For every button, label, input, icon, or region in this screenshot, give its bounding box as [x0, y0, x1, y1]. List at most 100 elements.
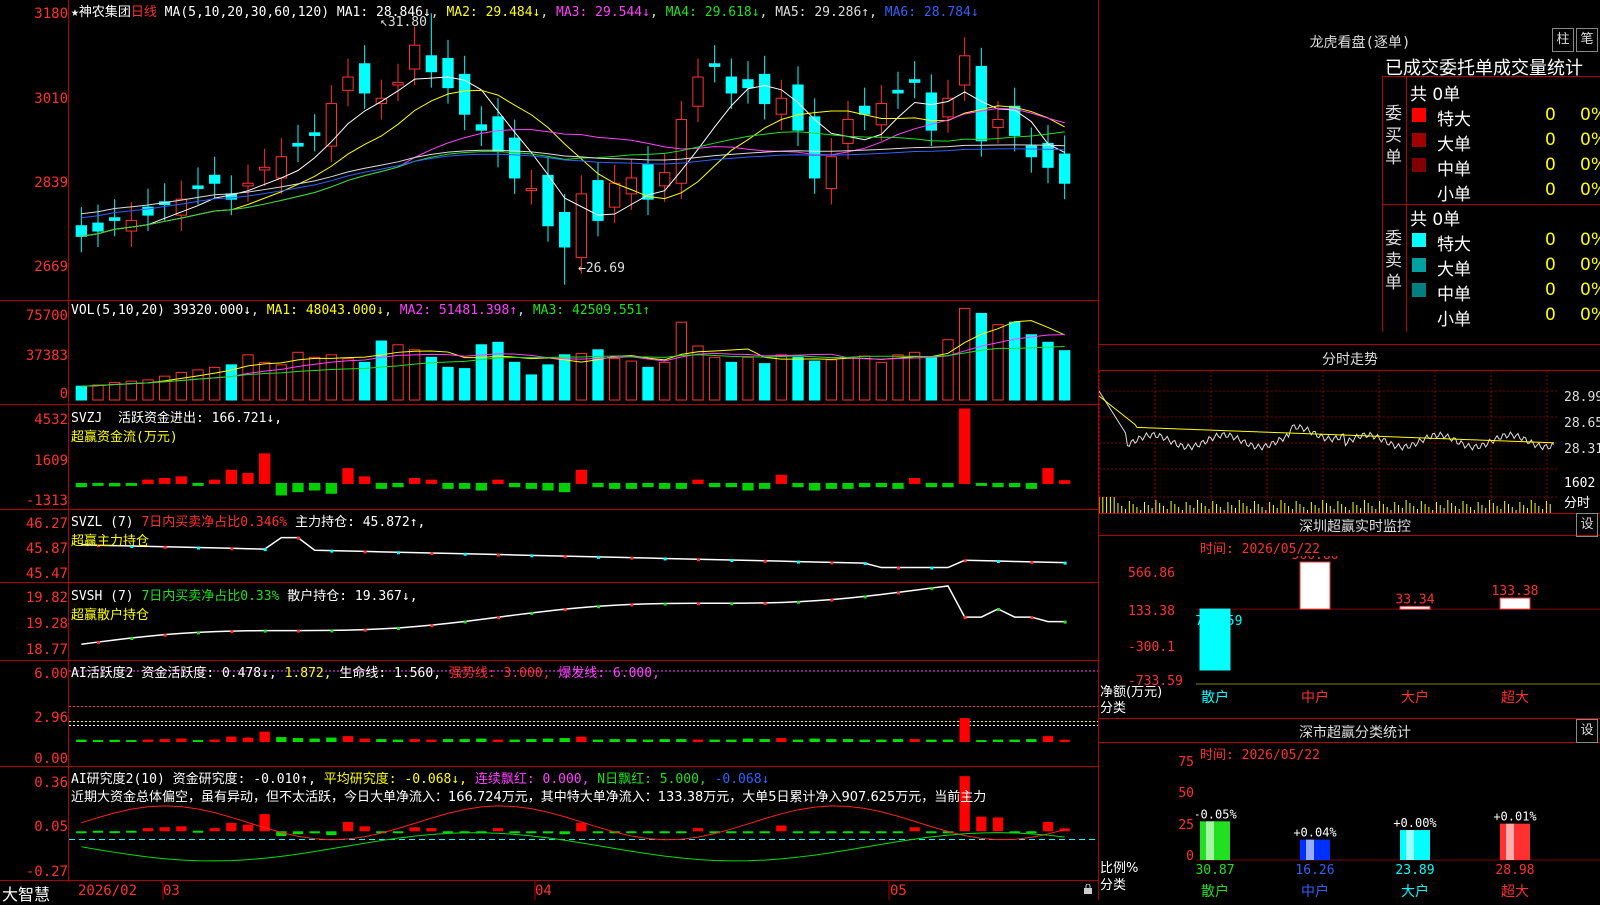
classstat-axis-tick: 50 — [1178, 786, 1194, 801]
period-label[interactable]: 日线 — [131, 5, 157, 20]
flow-bar — [509, 482, 521, 488]
activity-bar — [476, 738, 487, 742]
research-bar — [826, 831, 837, 834]
ai2-continuous: 连续飘红: 0.000, — [474, 772, 590, 787]
vol-ma2: MA2: 51481.398↑ — [399, 303, 518, 318]
holding-dot — [663, 602, 667, 606]
ai1-burst: 爆发线: 6.000, — [558, 666, 660, 681]
stock-name[interactable]: ★神农集团 — [71, 5, 131, 20]
holding-dot — [463, 620, 467, 624]
axis-tick: 75700 — [25, 308, 68, 324]
activity-bar — [76, 739, 87, 742]
volume-bar — [75, 385, 87, 401]
vol-header: VOL(5,10,20) 39320.000↓, MA1: 48043.000↓… — [71, 303, 651, 318]
flow-bar — [75, 482, 87, 488]
candle — [309, 132, 321, 136]
research-bar — [892, 831, 904, 834]
axis-tick: -0.27 — [25, 864, 68, 880]
ma6-label: MA6: 28.784↓ — [884, 5, 979, 20]
research-bar — [76, 831, 87, 834]
vol-ma1: MA1: 48043.000↓ — [266, 303, 385, 318]
ai1-header: AI活跃度2 资金活跃度: 0.478↓, 1.872, 生命线: 1.560,… — [71, 662, 660, 681]
volume-bar — [1009, 321, 1021, 401]
holding-dot — [1030, 616, 1034, 620]
vol-ma3: MA3: 42509.551↑ — [532, 303, 651, 318]
svzj-label: SVZJ — [71, 411, 103, 426]
volume-bar — [1059, 350, 1071, 401]
holding-dot — [263, 629, 267, 633]
flow-bar — [1009, 482, 1021, 488]
volume-bar — [709, 356, 721, 401]
activity-bar — [842, 739, 854, 742]
bar-mode-button[interactable]: 柱 — [1552, 28, 1574, 52]
candlestick-pane[interactable] — [69, 0, 1098, 300]
intraday-vol-unit: 分时 — [1564, 496, 1591, 511]
holding-dot — [830, 561, 834, 565]
flow-bar — [459, 482, 471, 489]
classstat-category: 散户 — [1201, 883, 1229, 900]
flow-bar — [392, 482, 404, 488]
research-bar — [359, 826, 370, 832]
volume-bar — [259, 361, 271, 401]
activity-bar — [609, 739, 620, 742]
activity-bar — [642, 739, 654, 742]
classstat-chart[interactable]: -0.05% 30.87 散户 +0.04% 16.26 中户 +0.00% 23.89 大户 +… — [1196, 760, 1600, 900]
monitor-axis-tick: 133.38 — [1128, 604, 1175, 619]
monitor-chart[interactable]: -733.59 散户 566.86 中户 33.34 大户 133.38 超大 — [1196, 556, 1600, 706]
activity-bar — [992, 739, 1004, 742]
flow-bar — [225, 469, 238, 484]
research-bar — [909, 827, 920, 832]
volume-bar — [475, 344, 487, 401]
candle — [192, 185, 204, 190]
candle — [725, 76, 738, 94]
ai1-value2: 1.872, — [284, 666, 332, 681]
holding-dot — [130, 637, 134, 641]
volume-bar — [1042, 341, 1054, 401]
flow-bar — [842, 482, 854, 489]
ma-line-2 — [81, 89, 1065, 237]
activity-bar — [792, 739, 804, 742]
classstat-value-label: 30.87 — [1196, 863, 1235, 878]
candle — [659, 172, 671, 187]
holding-dot — [197, 631, 200, 635]
research-bar — [192, 830, 204, 833]
ai2-header: AI研究度2(10) 资金研究度: -0.010↑, 平均研究度: -0.068… — [71, 768, 769, 787]
activity-bar — [942, 739, 954, 742]
axis-tick: 37383 — [25, 348, 68, 364]
longhu-cell: 0 — [1545, 305, 1556, 325]
volume-bar — [859, 355, 871, 401]
holding-dot — [730, 602, 734, 606]
volume-bar — [759, 363, 771, 401]
axis-tick: 2669 — [34, 259, 68, 275]
classstat-settings-button[interactable]: 设 — [1576, 719, 1598, 743]
intraday-chart[interactable] — [1099, 371, 1559, 513]
flow-bar — [725, 482, 738, 488]
candle — [992, 119, 1004, 128]
research-bar — [1042, 822, 1054, 832]
flow-bar — [425, 479, 437, 484]
flow-bar — [659, 482, 671, 489]
monitor-settings-button[interactable]: 设 — [1576, 513, 1598, 537]
tick-mode-button[interactable]: 笔 — [1576, 28, 1598, 52]
activity-bar — [192, 740, 204, 742]
research-bar — [542, 831, 554, 834]
activity-bar — [176, 738, 187, 742]
holding-dot — [597, 555, 600, 559]
candle — [509, 137, 521, 179]
volume-bar — [892, 354, 904, 401]
volume-bar — [509, 361, 521, 401]
activity-bar — [559, 738, 570, 742]
longhu-cell: 0 — [1545, 230, 1556, 250]
candle — [959, 55, 971, 86]
activity-bar — [142, 739, 154, 742]
activity-bar — [726, 739, 737, 742]
research-bar — [576, 822, 587, 832]
monitor-category: 超大 — [1501, 690, 1529, 706]
activity-bar — [1026, 739, 1037, 742]
classstat-category: 中户 — [1301, 883, 1329, 900]
flow-bar — [609, 482, 621, 489]
activity-bar — [242, 737, 254, 742]
flow-bar — [775, 474, 788, 484]
flow-bar — [209, 479, 221, 484]
research-bar — [859, 831, 870, 834]
